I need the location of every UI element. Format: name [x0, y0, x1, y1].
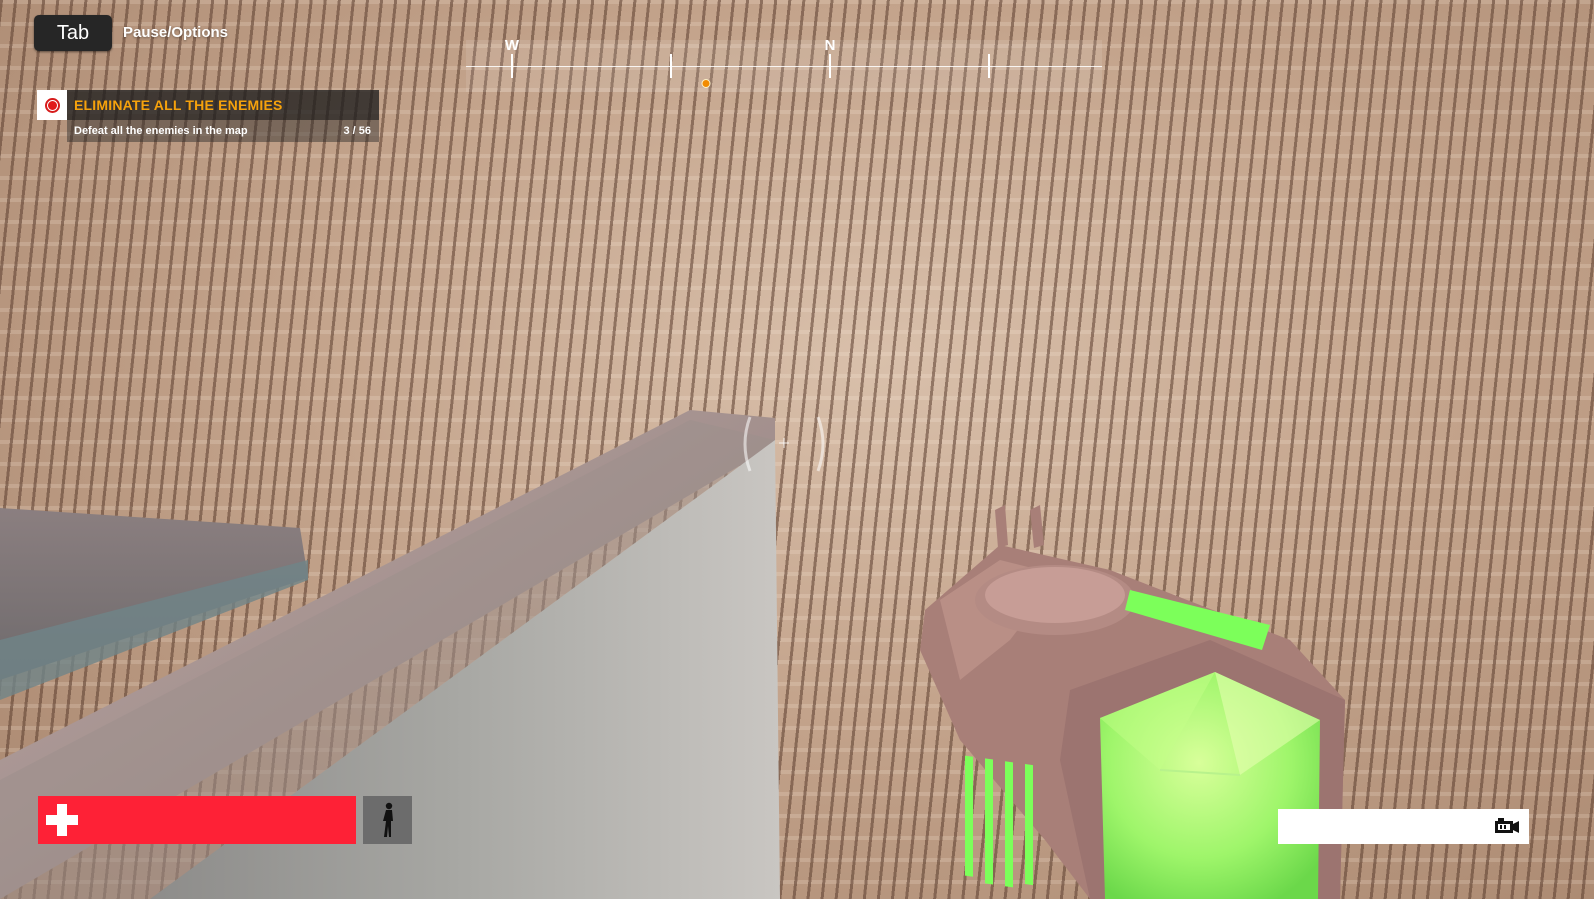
stance-indicator: [363, 796, 412, 844]
objective-marker-icon: [701, 79, 711, 88]
weapon-slot: [1278, 809, 1529, 844]
target-icon: [37, 90, 67, 120]
compass-heading-north: N: [824, 37, 836, 54]
compass-bar: W N: [466, 37, 1102, 92]
standing-person-icon: [382, 802, 393, 837]
compass-tick: [670, 54, 672, 78]
compass-heading-west: W: [504, 37, 520, 54]
objective-description: Defeat all the enemies in the map: [74, 125, 248, 137]
pause-options-label: Pause/Options: [123, 24, 229, 41]
objective-progress: 3 / 56: [343, 125, 371, 137]
crosshair-icon: [743, 416, 825, 472]
health-bar: [38, 796, 356, 844]
objective-description-row: Defeat all the enemies in the map 3 / 56: [67, 120, 379, 142]
compass-tick: [829, 54, 831, 78]
camera-weapon-icon: [1495, 818, 1519, 833]
health-cross-icon: [46, 804, 78, 836]
tab-key-button[interactable]: Tab: [34, 15, 112, 51]
objective-title: ELIMINATE ALL THE ENEMIES: [67, 90, 379, 120]
compass-tick: [511, 54, 513, 78]
compass-line: [466, 66, 1102, 67]
compass-tick: [988, 54, 990, 78]
